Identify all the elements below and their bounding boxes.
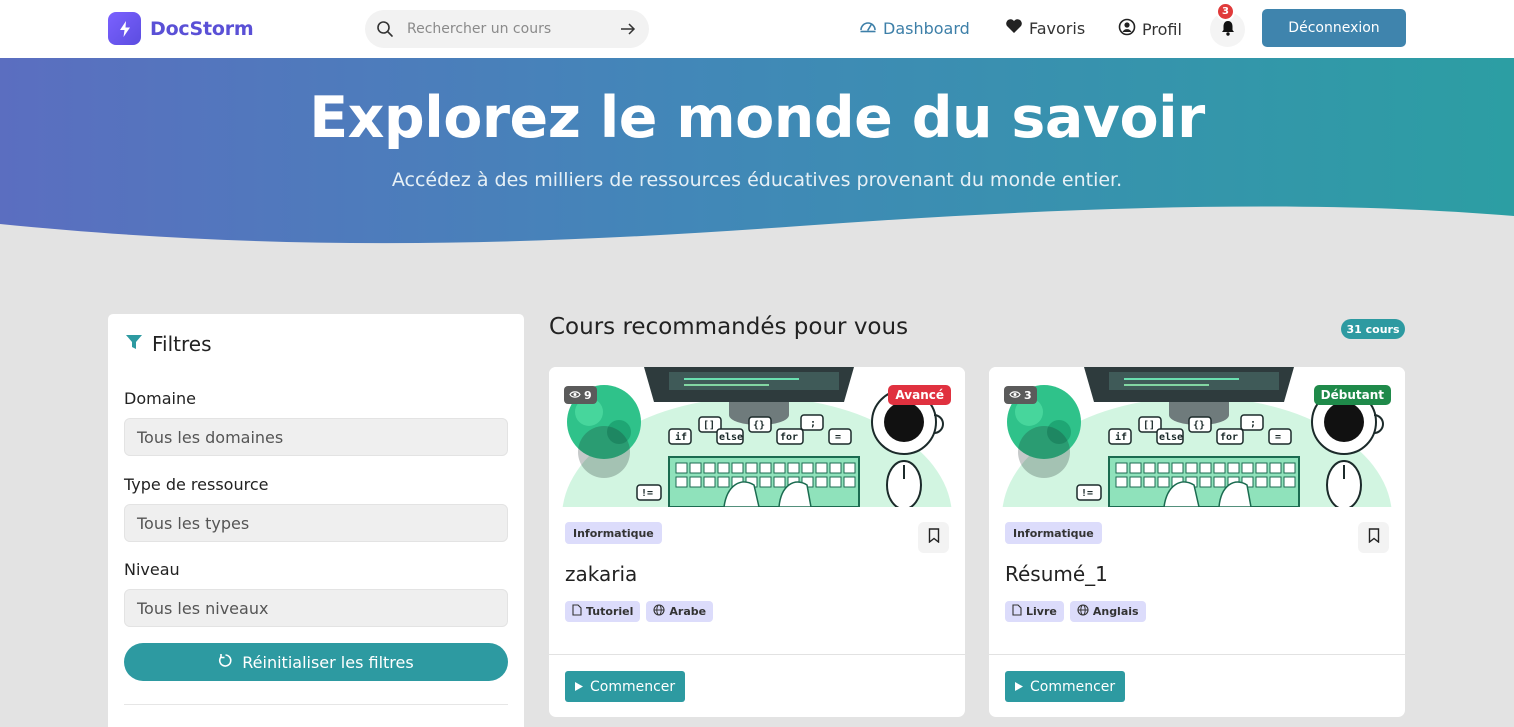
language-chip-label: Arabe (669, 605, 707, 618)
globe-icon (1077, 604, 1089, 619)
search-input[interactable] (407, 10, 607, 48)
domain-filter-label: Domaine (124, 389, 196, 408)
view-count: 3 (1024, 388, 1032, 402)
domain-tag: Informatique (1005, 522, 1102, 544)
start-course-label: Commencer (590, 678, 676, 695)
brand-logo[interactable]: DocStorm (108, 12, 254, 45)
bell-icon (1221, 20, 1235, 40)
bookmark-icon (1368, 528, 1380, 547)
view-count-badge: 9 (564, 386, 597, 404)
heart-icon (1005, 18, 1023, 38)
hero-title: Explorez le monde du savoir (309, 85, 1205, 151)
play-icon (1015, 679, 1023, 695)
bookmark-button[interactable] (918, 522, 949, 553)
start-course-label: Commencer (1030, 678, 1116, 695)
course-meta: Tutoriel Arabe (565, 601, 714, 622)
funnel-icon (125, 333, 143, 355)
level-filter-label: Niveau (124, 560, 180, 579)
bookmark-button[interactable] (1358, 522, 1389, 553)
start-course-button[interactable]: Commencer (1005, 671, 1126, 702)
type-chip: Livre (1005, 601, 1064, 622)
filters-header: Filtres (125, 332, 212, 356)
level-badge: Débutant (1313, 385, 1391, 405)
nav-profile[interactable]: Profil (1118, 18, 1182, 40)
search-icon (376, 20, 394, 42)
type-select[interactable]: Tous les types (124, 504, 508, 542)
nav-favorites[interactable]: Favoris (1005, 18, 1085, 38)
refresh-icon (218, 653, 233, 672)
view-count-badge: 3 (1004, 386, 1037, 404)
course-count-badge: 31 cours (1341, 319, 1405, 339)
course-title[interactable]: zakaria (565, 562, 637, 586)
course-title[interactable]: Résumé_1 (1005, 562, 1108, 586)
level-badge: Avancé (888, 385, 951, 405)
courses-section-title: Cours recommandés pour vous (549, 314, 909, 340)
user-circle-icon (1118, 18, 1136, 40)
card-divider (549, 654, 965, 655)
nav-profile-label: Profil (1142, 19, 1182, 39)
type-chip: Tutoriel (565, 601, 641, 622)
language-chip: Arabe (646, 601, 714, 622)
language-chip-label: Anglais (1092, 605, 1139, 618)
arrow-right-icon[interactable] (619, 20, 637, 42)
type-filter-label: Type de ressource (124, 475, 269, 494)
reset-filters-button[interactable]: Réinitialiser les filtres (124, 643, 508, 681)
gauge-icon (859, 18, 877, 38)
reset-filters-label: Réinitialiser les filtres (242, 652, 414, 672)
filters-panel: Filtres Domaine Tous les domaines Type d… (108, 314, 524, 727)
type-chip-label: Livre (1026, 605, 1057, 618)
course-card[interactable]: 3 Débutant Informatique Résumé_1 Livre A… (989, 367, 1405, 717)
language-chip: Anglais (1069, 601, 1146, 622)
notification-count-badge: 3 (1216, 2, 1235, 21)
lightning-icon (108, 12, 141, 45)
type-chip-label: Tutoriel (586, 605, 634, 618)
level-select[interactable]: Tous les niveaux (124, 589, 508, 627)
domain-tag: Informatique (565, 522, 662, 544)
card-divider (989, 654, 1405, 655)
logout-button[interactable]: Déconnexion (1262, 9, 1406, 47)
top-navbar: DocStorm Dashboard Favoris Profil 3 Déco (0, 0, 1514, 58)
course-card[interactable]: 9 Avancé Informatique zakaria Tutoriel A… (549, 367, 965, 717)
document-icon (572, 604, 582, 619)
nav-dashboard-label: Dashboard (883, 18, 970, 38)
brand-name: DocStorm (150, 17, 254, 40)
bookmark-icon (928, 528, 940, 547)
nav-favorites-label: Favoris (1029, 18, 1086, 38)
nav-dashboard[interactable]: Dashboard (859, 18, 970, 38)
hero-subtitle: Accédez à des milliers de ressources édu… (391, 169, 1123, 191)
eye-icon (1009, 389, 1021, 402)
hero-banner: Explorez le monde du savoir Accédez à de… (0, 58, 1514, 248)
search-bar (365, 10, 649, 48)
view-count: 9 (584, 388, 592, 402)
eye-icon (569, 389, 581, 402)
filters-title: Filtres (152, 332, 212, 356)
filters-divider (124, 704, 508, 705)
play-icon (575, 679, 583, 695)
domain-select[interactable]: Tous les domaines (124, 418, 508, 456)
start-course-button[interactable]: Commencer (565, 671, 686, 702)
course-meta: Livre Anglais (1005, 601, 1146, 622)
document-icon (1012, 604, 1022, 619)
globe-icon (653, 604, 665, 619)
